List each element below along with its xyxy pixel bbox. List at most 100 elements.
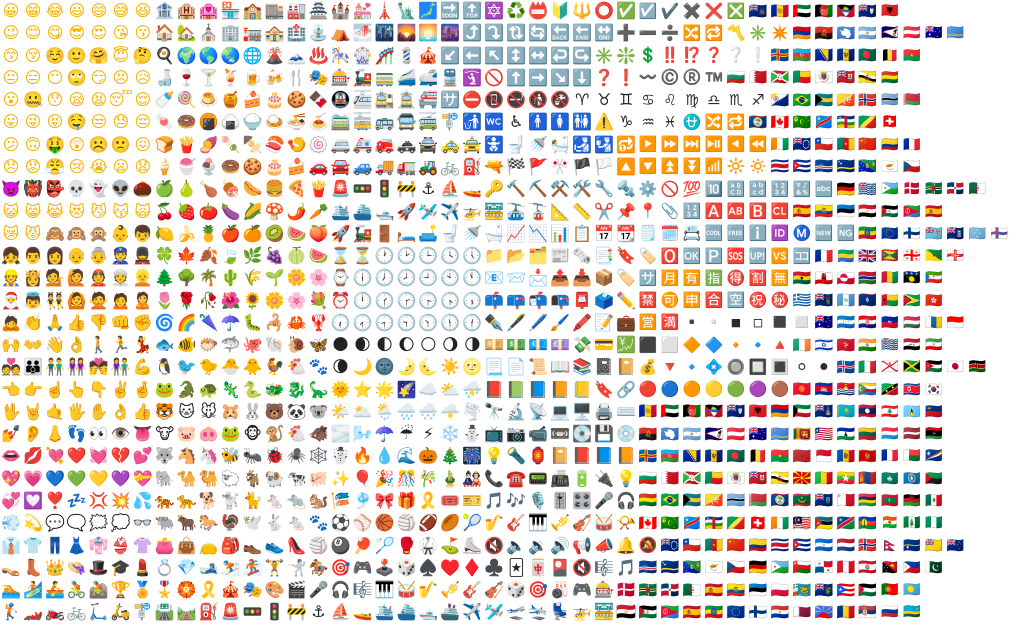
emoji-cell: ➗ <box>660 23 680 42</box>
emoji-cell: ⁉️ <box>682 46 702 65</box>
emoji-cell: 🇳🇪 <box>881 515 899 532</box>
emoji-cell: 🚅 <box>418 67 439 87</box>
emoji-cell <box>945 579 967 601</box>
emoji-cell: ✒️ <box>484 312 505 332</box>
emoji-cell: 👋 <box>44 335 65 355</box>
emoji-cell: 🐼 <box>286 401 307 421</box>
emoji-cell: ⛷️ <box>220 557 241 577</box>
emoji-cell: 🇦🇬 <box>836 1 856 20</box>
emoji-cell: 🍆 <box>220 201 241 221</box>
emoji-cell: 😂 <box>45 1 65 21</box>
emoji-cell: 🕤 <box>396 312 417 332</box>
emoji-cell: ⭐ <box>352 379 373 399</box>
emoji-cell <box>1011 579 1033 601</box>
emoji-cell: 🇧🇱 <box>814 68 834 87</box>
emoji-cell: 🉑 <box>660 291 680 310</box>
emoji-cell: 🐤 <box>198 357 219 377</box>
emoji-cell: 🇦🇶 <box>660 424 680 443</box>
emoji-cell: 🍨 <box>198 156 219 176</box>
emoji-cell: 🇨🇽 <box>858 157 878 176</box>
emoji-cell: 🇨🇾 <box>881 158 899 175</box>
emoji-cell: 📃 <box>484 357 505 377</box>
emoji-cell: 📺 <box>484 424 505 444</box>
emoji-cell: 🈁 <box>792 246 812 265</box>
emoji-cell: 🏮 <box>528 446 549 466</box>
emoji-cell: 👶 <box>110 223 131 243</box>
emoji-cell: 🌛 <box>396 357 417 377</box>
emoji-cell: 😸 <box>24 201 42 221</box>
emoji-cell: 🤤 <box>66 112 87 132</box>
emoji-cell: 🌫️ <box>330 424 351 444</box>
emoji-cell: 🐃 <box>154 513 175 533</box>
emoji-cell: 👂 <box>22 424 43 444</box>
emoji-cell: 🟢 <box>726 380 746 399</box>
emoji-cell: 👍 <box>66 312 87 332</box>
emoji-cell: ♋ <box>641 90 655 109</box>
emoji-cell: 😹 <box>45 201 65 221</box>
emoji-cell <box>923 134 945 156</box>
emoji-cell: 🦄 <box>198 446 219 466</box>
emoji-cell: 📩 <box>528 268 549 288</box>
emoji-cell: 🌚 <box>374 357 395 377</box>
emoji-cell: 🇬🇼 <box>881 292 899 309</box>
emoji-cell: 🔔 <box>616 535 637 555</box>
emoji-cell: 🔀 <box>704 112 724 131</box>
emoji-cell: 🍙 <box>220 112 241 132</box>
emoji-cell: 🇪🇪 <box>748 580 768 599</box>
emoji-cell: 🏡 <box>176 23 197 43</box>
emoji-cell: 🙋 <box>66 268 87 288</box>
emoji-cell: 🇧🇾 <box>748 491 768 510</box>
emoji-cell: 🇨🇩 <box>814 112 834 131</box>
emoji-cell: ⚡ <box>422 424 434 444</box>
emoji-cell: ❄️ <box>440 424 461 444</box>
emoji-cell: 📍 <box>638 202 658 221</box>
emoji-cell <box>967 423 989 445</box>
emoji-cell: 🚏 <box>440 112 461 132</box>
emoji-cell <box>1011 245 1033 267</box>
emoji-cell: 🔳 <box>770 357 790 376</box>
emoji-cell: 🙊 <box>88 223 109 243</box>
emoji-cell: 👷 <box>1 268 21 288</box>
emoji-cell: 🦀 <box>286 312 307 332</box>
emoji-cell: 🇳🇨 <box>858 513 878 532</box>
emoji-cell: 📥 <box>572 268 593 288</box>
emoji-cell: 🚠 <box>506 201 527 221</box>
emoji-cell: 📔 <box>616 357 637 377</box>
emoji-cell <box>923 45 945 67</box>
emoji-cell: 🆔 <box>770 224 790 243</box>
emoji-cell <box>967 312 989 334</box>
emoji-cell: 👖 <box>44 535 65 555</box>
emoji-cell: 📶 <box>704 157 724 176</box>
emoji-cell: 🏇 <box>308 557 329 577</box>
emoji-cell: 🏳️ <box>594 156 615 176</box>
emoji-cell: 🌎 <box>198 45 219 65</box>
emoji-cell: 🌺 <box>220 290 241 310</box>
emoji-cell: 🚄 <box>396 67 417 87</box>
emoji-cell: 💦 <box>132 490 153 510</box>
emoji-cell: 🇭🇷 <box>858 313 878 332</box>
emoji-cell: 🙁 <box>110 134 131 154</box>
emoji-cell: 🇮🇹 <box>858 357 878 376</box>
emoji-cell: 🇧🇿 <box>770 491 790 510</box>
emoji-cell: 🔢 <box>770 179 790 198</box>
emoji-cell: 🈸 <box>682 291 702 310</box>
emoji-cell: 🇯🇲 <box>902 359 921 376</box>
emoji-cell: ☺️ <box>44 45 65 65</box>
emoji-cell: 🇧🇼 <box>726 491 746 510</box>
emoji-cell: 🚃 <box>374 67 395 87</box>
emoji-cell: 🇮🇲 <box>836 335 856 354</box>
emoji-cell: 🙆 <box>66 290 87 310</box>
emoji-cell: 🇲🇽 <box>924 492 943 509</box>
emoji-cell: 🚆 <box>440 67 461 87</box>
emoji-cell: 🇦🇨 <box>748 1 768 20</box>
emoji-cell: 🔘 <box>726 357 746 376</box>
emoji-cell: 😜 <box>24 112 42 132</box>
emoji-cell: 🇩🇲 <box>924 181 943 198</box>
emoji-cell: 🇪🇺 <box>881 225 899 242</box>
emoji-cell <box>1011 200 1033 222</box>
emoji-cell: 🍅 <box>198 201 219 221</box>
emoji-cell: 🇧🇴 <box>638 491 658 510</box>
emoji-cell: 🍫 <box>308 90 329 110</box>
emoji-cell: 🏍️ <box>44 602 65 622</box>
emoji-cell: 🇵🇹 <box>881 582 899 599</box>
